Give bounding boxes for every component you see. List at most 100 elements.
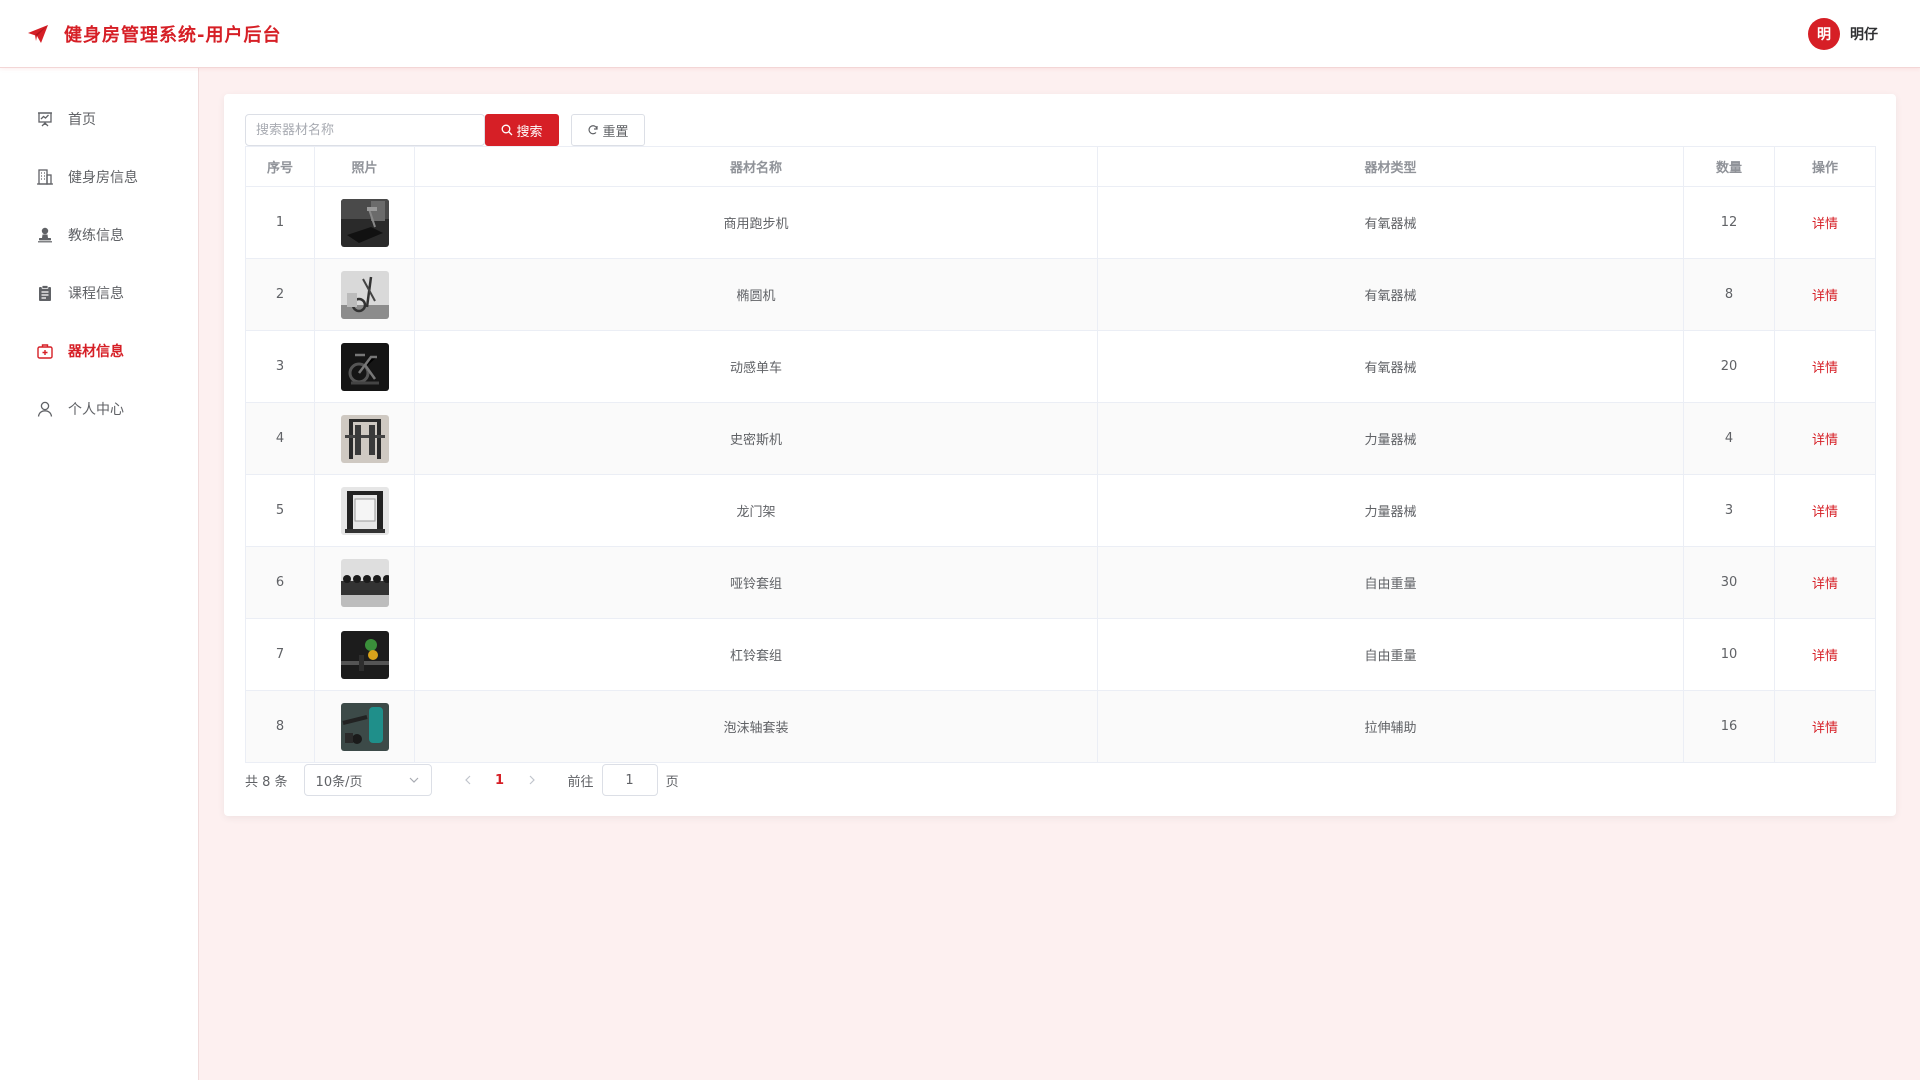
brand: 健身房管理系统-用户后台 xyxy=(26,21,281,47)
sidebar-item-label: 器材信息 xyxy=(68,344,124,360)
cell-type: 自由重量 xyxy=(1097,618,1684,691)
cell-name: 泡沫轴套装 xyxy=(414,690,1098,763)
table-row: 2 椭圆机 有氧器械 8 详情 xyxy=(245,258,1876,331)
cell-type: 拉伸辅助 xyxy=(1097,690,1684,763)
cell-index: 7 xyxy=(245,618,315,691)
sidebar-item-equipment-info[interactable]: 器材信息 xyxy=(0,322,198,380)
cell-type: 有氧器械 xyxy=(1097,330,1684,403)
cell-name: 史密斯机 xyxy=(414,402,1098,475)
column-header: 数量 xyxy=(1683,146,1775,187)
top-header: 健身房管理系统-用户后台 明 明仔 xyxy=(0,0,1920,68)
cell-index: 6 xyxy=(245,546,315,619)
cell-qty: 30 xyxy=(1683,546,1775,619)
cell-qty: 12 xyxy=(1683,186,1775,259)
cell-qty: 16 xyxy=(1683,690,1775,763)
cell-qty: 4 xyxy=(1683,402,1775,475)
treadmill-photo xyxy=(340,198,389,247)
cell-action: 详情 xyxy=(1774,690,1876,763)
cell-type: 有氧器械 xyxy=(1097,258,1684,331)
chevron-right-icon xyxy=(529,775,535,785)
column-header: 器材类型 xyxy=(1097,146,1684,187)
sidebar-item-label: 课程信息 xyxy=(68,286,124,302)
detail-link[interactable]: 详情 xyxy=(1812,217,1838,232)
total-count: 共 8 条 xyxy=(245,774,288,790)
cell-photo xyxy=(314,186,415,259)
page-size-value: 10条/页 xyxy=(315,774,363,790)
sidebar-item-home[interactable]: 首页 xyxy=(0,90,198,148)
cell-action: 详情 xyxy=(1774,618,1876,691)
cell-qty: 10 xyxy=(1683,618,1775,691)
next-page-button[interactable] xyxy=(516,764,548,796)
search-icon xyxy=(502,124,513,136)
column-header: 照片 xyxy=(314,146,415,187)
table-row: 1 商用跑步机 有氧器械 12 详情 xyxy=(245,186,1876,259)
person-stamp-icon xyxy=(38,227,52,243)
cell-photo xyxy=(314,258,415,331)
cell-photo xyxy=(314,330,415,403)
clipboard-icon xyxy=(39,285,51,301)
sidebar-item-label: 首页 xyxy=(68,112,96,128)
equipment-panel: 搜索 重置 序号 照片 器材名称 器材类型 数量 操作 1 xyxy=(224,94,1896,816)
search-toolbar: 搜索 重置 xyxy=(245,114,1875,146)
sidebar-item-personal-center[interactable]: 个人中心 xyxy=(0,380,198,438)
sidebar-item-label: 健身房信息 xyxy=(68,170,138,186)
smith-machine-photo xyxy=(340,414,389,463)
cell-qty: 3 xyxy=(1683,474,1775,547)
goto-suffix: 页 xyxy=(665,774,679,790)
sidebar-item-course-info[interactable]: 课程信息 xyxy=(0,264,198,322)
search-input[interactable] xyxy=(245,114,485,146)
column-header: 器材名称 xyxy=(414,146,1098,187)
equipment-table: 序号 照片 器材名称 器材类型 数量 操作 1 商用跑步机 有氧器械 12 详情 xyxy=(245,146,1876,763)
spin-bike-photo xyxy=(340,342,389,391)
paper-plane-icon xyxy=(28,24,48,43)
elliptical-photo xyxy=(340,270,389,319)
table-row: 8 泡沫轴套装 拉伸辅助 16 详情 xyxy=(245,690,1876,763)
goto-page-input[interactable] xyxy=(601,764,658,796)
avatar[interactable]: 明 xyxy=(1808,17,1840,50)
detail-link[interactable]: 详情 xyxy=(1812,649,1838,664)
cell-type: 力量器械 xyxy=(1097,474,1684,547)
dumbbell-set-photo xyxy=(340,558,389,607)
cell-photo xyxy=(314,546,415,619)
cell-name: 商用跑步机 xyxy=(414,186,1098,259)
toolbox-icon xyxy=(37,344,53,359)
detail-link[interactable]: 详情 xyxy=(1812,361,1838,376)
detail-link[interactable]: 详情 xyxy=(1812,289,1838,304)
search-button[interactable]: 搜索 xyxy=(485,114,559,146)
detail-link[interactable]: 详情 xyxy=(1812,433,1838,448)
detail-link[interactable]: 详情 xyxy=(1812,577,1838,592)
prev-page-button[interactable] xyxy=(452,764,484,796)
detail-link[interactable]: 详情 xyxy=(1812,505,1838,520)
table-row: 3 动感单车 有氧器械 20 详情 xyxy=(245,330,1876,403)
cell-name: 动感单车 xyxy=(414,330,1098,403)
refresh-icon xyxy=(588,125,599,135)
cell-index: 8 xyxy=(245,690,315,763)
cell-action: 详情 xyxy=(1774,546,1876,619)
sidebar-item-coach-info[interactable]: 教练信息 xyxy=(0,206,198,264)
page-size-select[interactable]: 10条/页 xyxy=(303,764,432,796)
cell-index: 4 xyxy=(245,402,315,475)
detail-link[interactable]: 详情 xyxy=(1812,721,1838,736)
cell-action: 详情 xyxy=(1774,402,1876,475)
goto-label: 前往 xyxy=(567,774,594,790)
cell-photo xyxy=(314,618,415,691)
gantry-photo xyxy=(340,486,389,535)
presentation-icon xyxy=(38,112,52,127)
barbell-set-photo xyxy=(340,630,389,679)
column-header: 操作 xyxy=(1774,146,1876,187)
sidebar-item-label: 个人中心 xyxy=(68,402,124,418)
user-icon xyxy=(37,401,53,417)
sidebar-item-label: 教练信息 xyxy=(68,228,124,244)
sidebar-item-gym-info[interactable]: 健身房信息 xyxy=(0,148,198,206)
username[interactable]: 明仔 xyxy=(1850,24,1878,44)
reset-button[interactable]: 重置 xyxy=(571,114,645,146)
reset-button-label: 重置 xyxy=(602,124,629,140)
cell-name: 杠铃套组 xyxy=(414,618,1098,691)
page-number[interactable]: 1 xyxy=(484,764,516,796)
cell-index: 1 xyxy=(245,186,315,259)
cell-index: 3 xyxy=(245,330,315,403)
cell-action: 详情 xyxy=(1774,474,1876,547)
cell-qty: 20 xyxy=(1683,330,1775,403)
chevron-left-icon xyxy=(464,775,470,785)
user-menu[interactable]: 明 明仔 xyxy=(1808,17,1894,50)
